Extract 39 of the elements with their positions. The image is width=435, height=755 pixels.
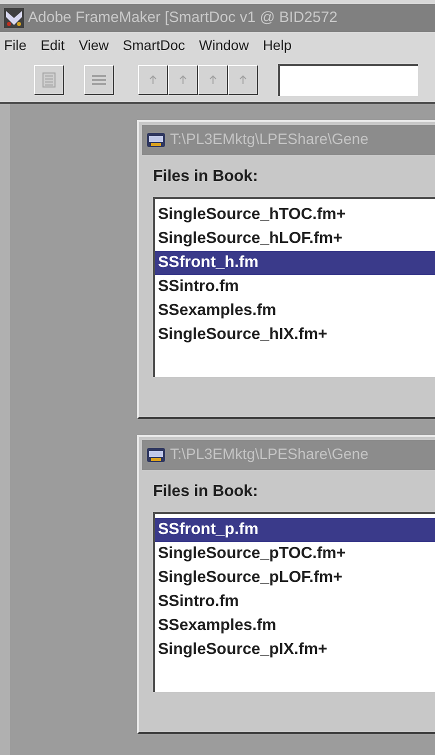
arrow-up-icon bbox=[209, 75, 217, 85]
menu-item[interactable]: Window bbox=[199, 34, 249, 56]
list-row[interactable]: SSintro.fm bbox=[155, 590, 435, 614]
list-row[interactable]: SSfront_h.fm bbox=[155, 251, 435, 275]
window-title: Adobe FrameMaker [SmartDoc v1 @ BID2572 bbox=[28, 8, 338, 28]
book-icon bbox=[146, 446, 166, 464]
menu-item[interactable]: File bbox=[4, 34, 27, 56]
toolbar-button[interactable] bbox=[84, 65, 114, 95]
menu-item[interactable]: View bbox=[78, 34, 109, 56]
input-field[interactable] bbox=[278, 64, 418, 96]
list-icon bbox=[42, 72, 56, 88]
book-title: T:\PL3EMktg\LPEShare\Gene bbox=[170, 444, 368, 465]
lines-icon bbox=[91, 73, 107, 87]
toolbar-button[interactable] bbox=[198, 65, 228, 95]
arrow-up-icon bbox=[149, 75, 157, 85]
toolbar-button[interactable] bbox=[228, 65, 258, 95]
list-row[interactable]: SingleSource_hTOC.fm+ bbox=[155, 203, 435, 227]
toolbar-button[interactable] bbox=[168, 65, 198, 95]
list-row[interactable]: SingleSource_pTOC.fm+ bbox=[155, 542, 435, 566]
book-title: T:\PL3EMktg\LPEShare\Gene bbox=[170, 130, 368, 150]
list-row[interactable]: SSfront_p.fm bbox=[155, 518, 435, 542]
list-row[interactable]: SingleSource_hLOF.fm+ bbox=[155, 227, 435, 251]
toolbar-button[interactable] bbox=[138, 65, 168, 95]
files-label: Files in Book: bbox=[153, 482, 258, 502]
app-icon bbox=[4, 8, 24, 28]
book-icon bbox=[146, 131, 166, 149]
arrow-up-icon bbox=[179, 75, 187, 85]
list-row[interactable]: SSexamples.fm bbox=[155, 614, 435, 638]
files-label: Files in Book: bbox=[153, 167, 258, 187]
menu-item[interactable]: Help bbox=[262, 34, 292, 56]
list-row[interactable]: SingleSource_pIX.fm+ bbox=[155, 638, 435, 662]
arrow-up-icon bbox=[239, 75, 247, 85]
toolbar-button[interactable] bbox=[34, 65, 64, 95]
list-row[interactable]: SingleSource_pLOF.fm+ bbox=[155, 566, 435, 590]
list-row[interactable]: SSexamples.fm bbox=[155, 299, 435, 323]
menu-item[interactable]: Edit bbox=[40, 34, 65, 56]
menu-item[interactable]: SmartDoc bbox=[122, 34, 186, 56]
list-row[interactable]: SingleSource_hIX.fm+ bbox=[155, 323, 435, 347]
list-row[interactable]: SSintro.fm bbox=[155, 275, 435, 299]
